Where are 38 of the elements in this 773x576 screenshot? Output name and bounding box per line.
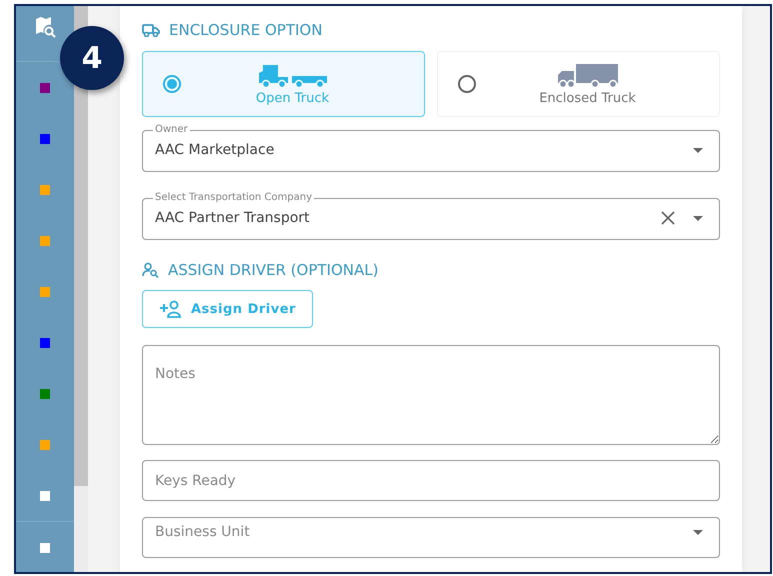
select-field[interactable]: Select Transportation Company AAC Partner Transport [142,192,720,240]
status-marker[interactable] [40,236,50,246]
dropdown-caret-icon[interactable] [693,148,703,152]
box-truck-icon [556,62,618,88]
field-value: AAC Marketplace [155,142,274,158]
option-label: Open Truck [256,90,330,106]
status-marker[interactable] [40,440,50,450]
status-marker[interactable] [40,338,50,348]
truck-icon [142,23,160,37]
select-field[interactable]: Business Unit [142,517,720,558]
field-value: AAC Partner Transport [155,210,310,226]
field-label: Select Transportation Company [154,192,313,204]
status-marker[interactable] [40,388,50,398]
status-marker[interactable] [40,134,50,144]
text-field[interactable]: Keys Ready [142,460,720,501]
radio-button[interactable] [163,75,181,93]
section-heading: ASSIGN DRIVER (OPTIONAL) [168,261,378,279]
assign-driver-button[interactable]: Assign Driver [142,290,313,328]
person-search-icon [142,262,159,278]
status-marker[interactable] [40,184,50,194]
option-label: Enclosed Truck [539,90,636,106]
field-label: Owner [154,124,189,136]
notes-field[interactable]: Notes [142,345,720,445]
enclosure-option[interactable]: Enclosed Truck [437,51,720,117]
select-field[interactable]: Owner AAC Marketplace [142,124,720,172]
status-marker[interactable] [40,286,50,296]
dropdown-caret-icon[interactable] [693,530,703,534]
status-marker[interactable] [40,490,50,500]
field-placeholder: Business Unit [155,524,250,540]
map-search-icon[interactable] [34,16,56,38]
clear-icon[interactable] [661,211,675,225]
flatbed-truck-icon [258,62,328,88]
radio-button[interactable] [458,75,476,93]
status-marker[interactable] [40,82,50,92]
section-heading: ENCLOSURE OPTION [169,21,322,39]
add-person-icon [159,300,183,318]
dropdown-caret-icon[interactable] [693,216,703,220]
status-marker[interactable] [40,542,50,552]
